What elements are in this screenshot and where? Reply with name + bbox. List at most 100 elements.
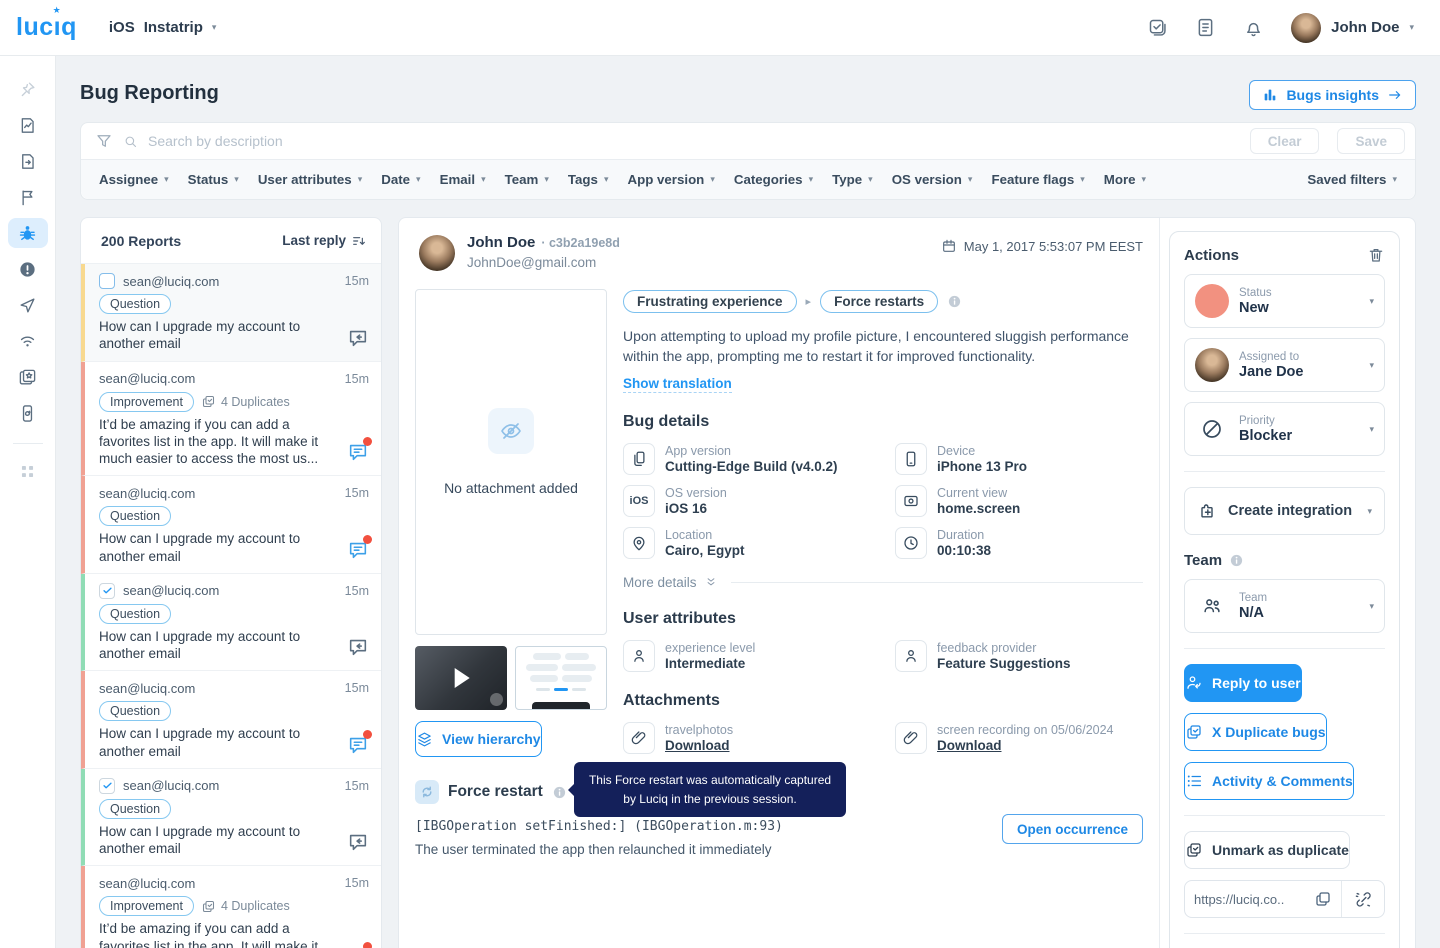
user-menu[interactable]: John Doe ▾ [1291,13,1414,43]
detail-field: screen recording on 05/06/2024Download [895,722,1143,754]
rail-item-surveys[interactable] [8,290,48,320]
unread-chat-icon[interactable] [347,441,369,463]
unlink-button[interactable] [1342,881,1384,917]
rail-item-features[interactable] [8,362,48,392]
filter-label: Email [440,172,475,187]
report-list-item[interactable]: sean@luciq.com15mQuestionHow can I upgra… [81,769,381,867]
report-list-item[interactable]: sean@luciq.com15mImprovement4 Duplicates… [81,866,381,948]
report-list-item[interactable]: sean@luciq.com15mQuestionHow can I upgra… [81,574,381,672]
reply-icon[interactable] [347,831,369,853]
report-list-item[interactable]: sean@luciq.com15mImprovement4 Duplicates… [81,362,381,477]
reply-to-user-button[interactable]: Reply to user [1184,664,1302,702]
subcategory-badge[interactable]: Force restarts [820,290,938,313]
docs-icon[interactable] [1195,17,1216,38]
download-link[interactable]: Download [665,738,733,753]
filter-email[interactable]: Email▾ [440,172,486,187]
tasks-icon[interactable] [1147,17,1168,38]
rail-item-crashes[interactable] [8,254,48,284]
filter-tags[interactable]: Tags▾ [568,172,609,187]
report-description: Upon attempting to upload my profile pic… [623,326,1143,367]
filter-assignee[interactable]: Assignee▾ [99,172,169,187]
features-icon [18,368,37,387]
rail-item-bugs[interactable] [8,218,48,248]
unread-chat-icon[interactable] [347,734,369,756]
filter-funnel-icon[interactable] [95,132,113,150]
info-icon[interactable] [1229,553,1244,568]
insights-icon [18,116,37,135]
search-input[interactable] [148,133,1232,149]
rail-item-network[interactable] [8,326,48,356]
rail-item-apps[interactable] [8,456,48,486]
report-list-item[interactable]: sean@luciq.com15mQuestionHow can I upgra… [81,671,381,769]
activity-comments-button[interactable]: Activity & Comments [1184,762,1354,800]
activity-comments-label: Activity & Comments [1212,773,1353,789]
detail-field: App versionCutting-Edge Build (v4.0.2) [623,443,895,475]
chevron-down-icon: ▾ [1080,175,1085,184]
info-icon[interactable] [552,785,567,800]
filter-os-version[interactable]: OS version▾ [892,172,973,187]
unread-chat-icon[interactable] [347,539,369,561]
duplicate-bugs-button[interactable]: X Duplicate bugs [1184,713,1327,751]
filter-feature-flags[interactable]: Feature flags▾ [991,172,1084,187]
filter-more[interactable]: More▾ [1104,172,1146,187]
apps-grid-icon [18,462,37,481]
save-filters-button[interactable]: Save [1337,128,1405,154]
filter-app-version[interactable]: App version▾ [627,172,714,187]
notifications-icon[interactable] [1243,17,1264,38]
category-badge[interactable]: Frustrating experience [623,290,797,313]
person-icon [630,647,648,665]
chevron-down-icon: ▾ [416,175,421,184]
reply-icon[interactable] [347,327,369,349]
reporter-uid: c3b2a19e8d [541,236,620,250]
unmark-duplicate-button[interactable]: Unmark as duplicate [1184,831,1350,869]
report-checkbox[interactable] [99,778,115,794]
project-switcher[interactable]: iOS Instatrip ▾ [109,19,217,36]
view-hierarchy-button[interactable]: View hierarchy [415,721,542,757]
filter-status[interactable]: Status▾ [188,172,239,187]
assignee-select[interactable]: Assigned to Jane Doe ▾ [1184,338,1385,392]
report-checkbox[interactable] [99,583,115,599]
screen-icon [902,492,920,510]
filter-date[interactable]: Date▾ [381,172,420,187]
rail-item-pages[interactable] [8,146,48,176]
bugs-insights-button[interactable]: Bugs insights [1249,80,1416,110]
priority-select[interactable]: Priority Blocker ▾ [1184,402,1385,456]
rail-item-flags[interactable] [8,182,48,212]
create-integration-select[interactable]: Create integration ▾ [1184,487,1385,535]
filter-team[interactable]: Team▾ [505,172,549,187]
pages-icon [18,152,37,171]
reply-icon[interactable] [347,636,369,658]
reply-to-user-label: Reply to user [1212,675,1301,691]
report-checkbox[interactable] [99,273,115,289]
filter-user-attributes[interactable]: User attributes▾ [258,172,362,187]
field-icon-box: iOS [623,485,655,517]
clear-filters-button[interactable]: Clear [1250,128,1320,154]
sort-control[interactable]: Last reply [282,233,367,249]
rail-item-pin[interactable] [8,74,48,104]
status-select[interactable]: Status New ▾ [1184,274,1385,328]
filter-type[interactable]: Type▾ [832,172,873,187]
team-select[interactable]: Team N/A ▾ [1184,579,1385,633]
copy-icon[interactable] [1314,890,1332,908]
more-details-toggle[interactable]: More details [623,575,1143,590]
clock-icon [902,534,920,552]
video-thumbnail[interactable] [415,646,507,710]
team-section-title: Team [1184,552,1222,569]
filter-categories[interactable]: Categories▾ [734,172,813,187]
rail-item-insights[interactable] [8,110,48,140]
info-icon[interactable] [947,294,962,309]
eye-off-badge [488,408,534,454]
show-translation-link[interactable]: Show translation [623,376,732,393]
report-list-item[interactable]: sean@luciq.com15mQuestionHow can I upgra… [81,476,381,574]
report-list-item[interactable]: sean@luciq.com15mQuestionHow can I upgra… [81,264,381,362]
download-link[interactable]: Download [937,738,1114,753]
share-url-field[interactable]: https://luciq.co.. [1185,881,1342,917]
trash-icon[interactable] [1367,246,1385,264]
report-excerpt: How can I upgrade my account to another … [99,725,319,760]
open-occurrence-button[interactable]: Open occurrence [1002,814,1143,844]
luciq-logo[interactable]: lucıq [16,13,77,42]
rail-item-sessions[interactable] [8,398,48,428]
saved-filters[interactable]: Saved filters▾ [1307,172,1397,187]
screenshot-thumbnail[interactable] [515,646,607,710]
avatar [1291,13,1321,43]
